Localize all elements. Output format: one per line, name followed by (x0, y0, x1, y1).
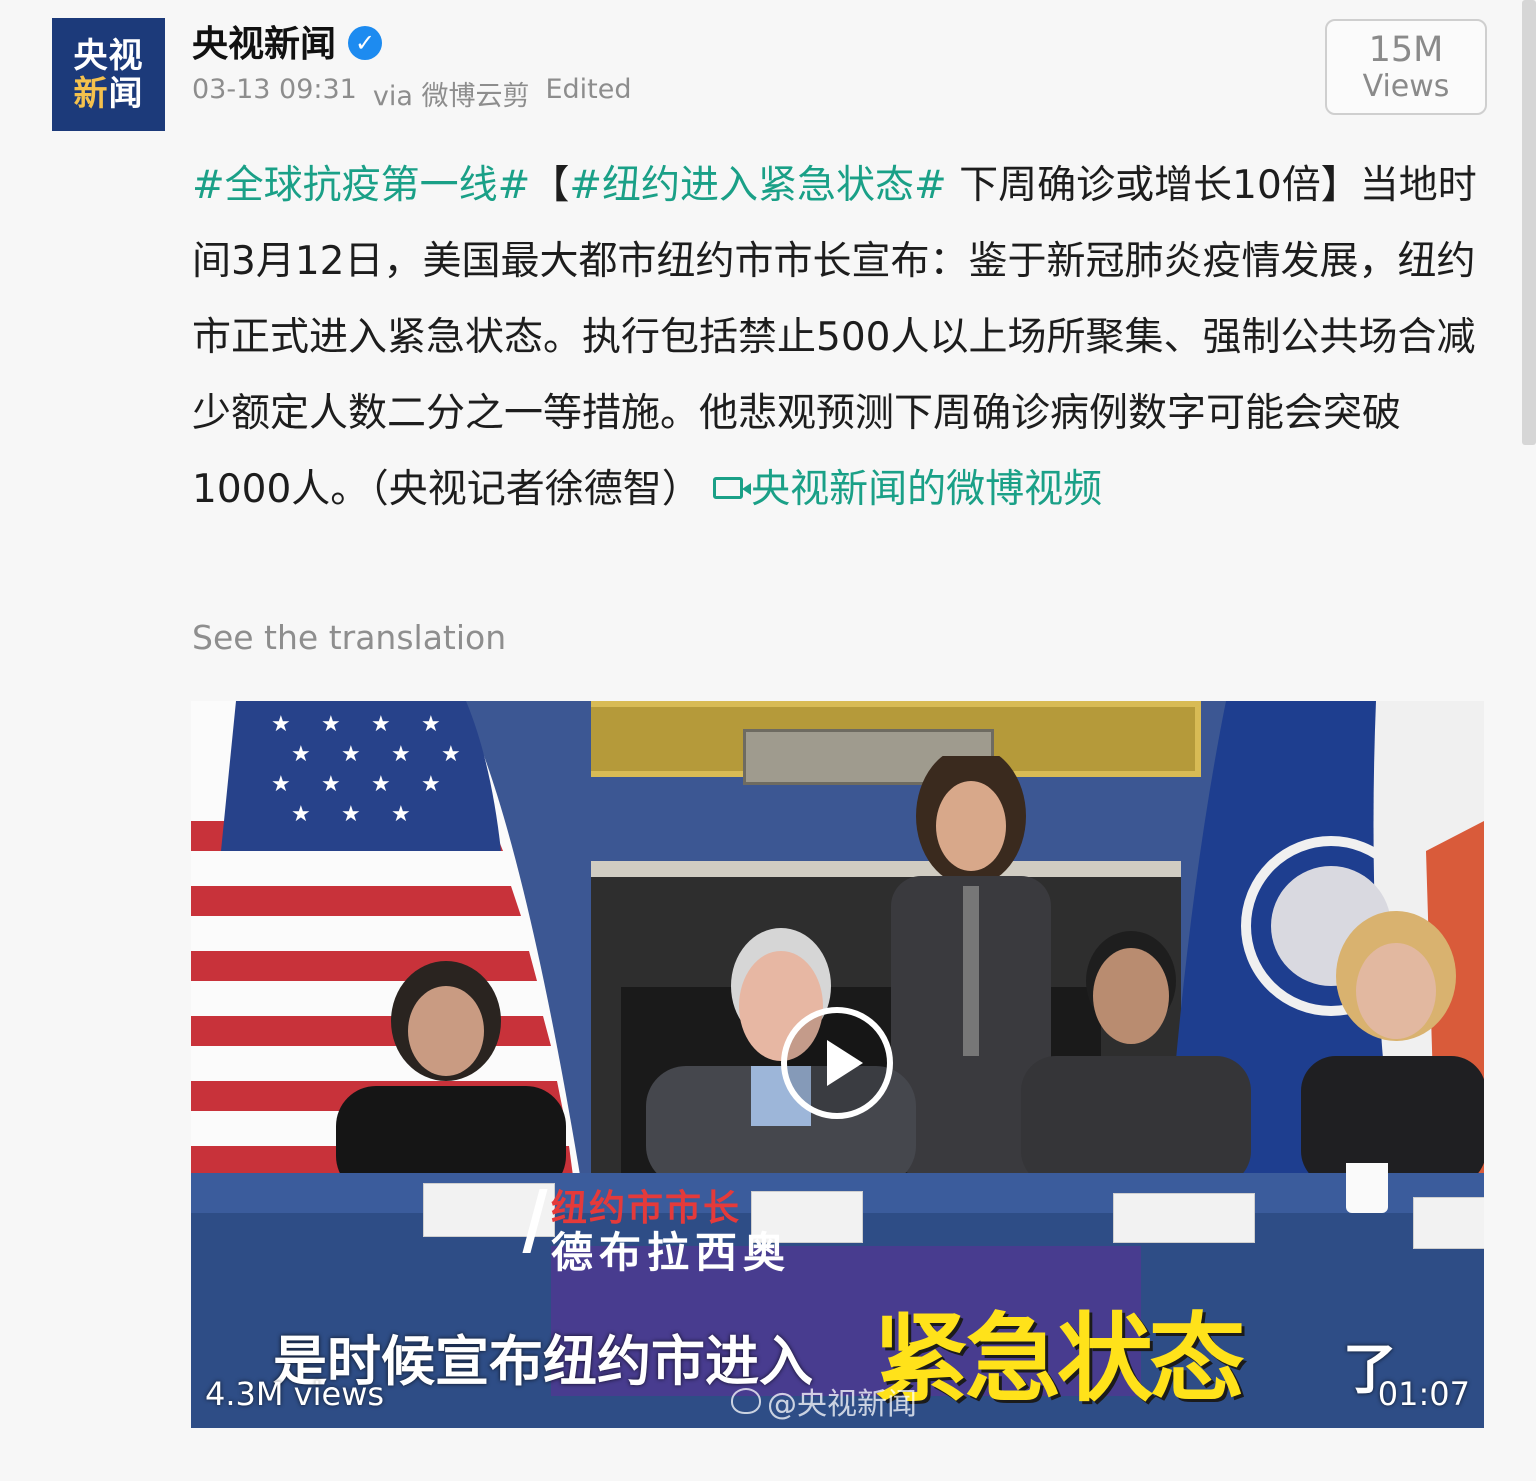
post-text: #全球抗疫第一线#【#纽约进入紧急状态# 下周确诊或增长10倍】当地时间3月12… (192, 148, 1482, 528)
svg-text:★: ★ (341, 742, 361, 767)
svg-text:★: ★ (271, 712, 291, 737)
hashtag-link[interactable]: #全球抗疫第一线# (192, 163, 530, 208)
svg-text:★: ★ (391, 802, 411, 827)
cup (1346, 1163, 1388, 1213)
post-timestamp: 03-13 09:31 (192, 74, 357, 105)
svg-text:★: ★ (291, 802, 311, 827)
avatar-text-xin: 新 (73, 73, 109, 114)
bracket-open: 【 (530, 163, 570, 208)
video-camera-icon (713, 476, 752, 499)
play-button-icon[interactable] (781, 1007, 893, 1119)
avatar-text-wen: 闻 (108, 73, 144, 114)
avatar[interactable]: 央视 新闻 (52, 18, 165, 131)
avatar-text-line2: 新闻 (74, 77, 144, 111)
views-unit: Views (1362, 68, 1450, 104)
author-header: 央视新闻 ✓ (192, 15, 383, 67)
hashtag-link[interactable]: #纽约进入紧急状态# (569, 163, 946, 208)
nameplate (1113, 1193, 1255, 1243)
weibo-icon (731, 1388, 761, 1414)
svg-text:★: ★ (291, 742, 311, 767)
video-duration: 01:07 (1377, 1375, 1470, 1413)
video-link-label[interactable]: 央视新闻的微博视频 (751, 467, 1102, 512)
scrollbar[interactable] (1522, 0, 1536, 445)
svg-text:★: ★ (341, 802, 361, 827)
author-name[interactable]: 央视新闻 (192, 15, 336, 67)
nameplate (1413, 1197, 1484, 1249)
woman-left-image (336, 961, 566, 1191)
watermark: @央视新闻 (731, 1379, 917, 1423)
avatar-text-line1: 央视 (73, 35, 144, 76)
svg-text:★: ★ (441, 742, 461, 767)
watermark-text: @央视新闻 (767, 1387, 917, 1422)
svg-text:★: ★ (321, 712, 341, 737)
video-views: 4.3M views (205, 1375, 385, 1413)
post-source: via 微博云剪 (372, 81, 530, 112)
svg-text:★: ★ (421, 712, 441, 737)
video-player[interactable]: ★ ★ ★ ★ ★ ★ ★ ★ ★ ★ ★ ★ ★ ★ ★ 纽约市市长 德布拉西… (191, 701, 1484, 1428)
post-body: 当地时间3月12日，美国最大都市纽约市市长宣布：鉴于新冠肺炎疫情发展，纽约市正式… (192, 163, 1477, 512)
translate-link[interactable]: See the translation (192, 618, 506, 657)
svg-text:★: ★ (321, 772, 341, 797)
views-badge: 15M Views (1325, 19, 1487, 115)
svg-text:★: ★ (391, 742, 411, 767)
verified-check-icon: ✓ (348, 26, 383, 60)
man-right-image (1021, 931, 1251, 1186)
woman-right-image (1301, 911, 1484, 1186)
svg-text:★: ★ (421, 772, 441, 797)
caption-name: 德布拉西奥 (551, 1228, 792, 1277)
svg-text:★: ★ (371, 772, 391, 797)
svg-text:★: ★ (271, 772, 291, 797)
post-meta: 03-13 09:31 via 微博云剪 Edited (192, 74, 632, 113)
post-headline: 下周确诊或增长10倍】 (946, 163, 1360, 208)
views-count: 15M (1368, 29, 1444, 70)
edited-label[interactable]: Edited (545, 74, 631, 113)
caption-highlight: 紧急状态 (873, 1303, 1245, 1415)
video-link[interactable]: 央视新闻的微博视频 (713, 467, 1102, 512)
svg-text:★: ★ (371, 712, 391, 737)
